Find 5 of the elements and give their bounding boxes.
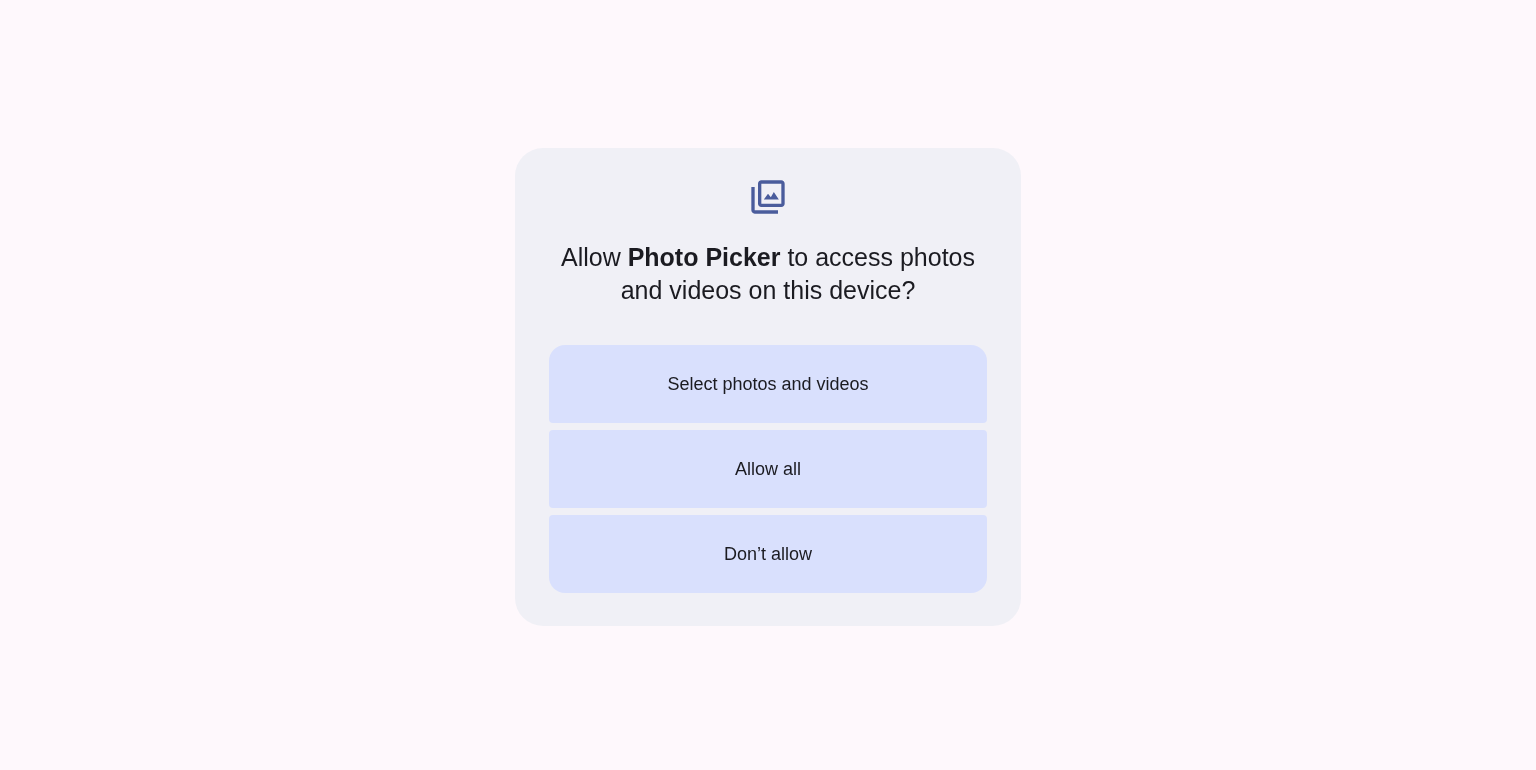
dialog-button[interactable]: Don’t allow: [549, 515, 987, 593]
photo-library-icon: [748, 177, 788, 217]
dialog-button[interactable]: Allow all: [549, 430, 987, 508]
dialog-title: Allow Photo Picker to access photos and videos on this device?: [559, 242, 977, 306]
dialog-button[interactable]: Select photos and videos: [549, 345, 987, 423]
